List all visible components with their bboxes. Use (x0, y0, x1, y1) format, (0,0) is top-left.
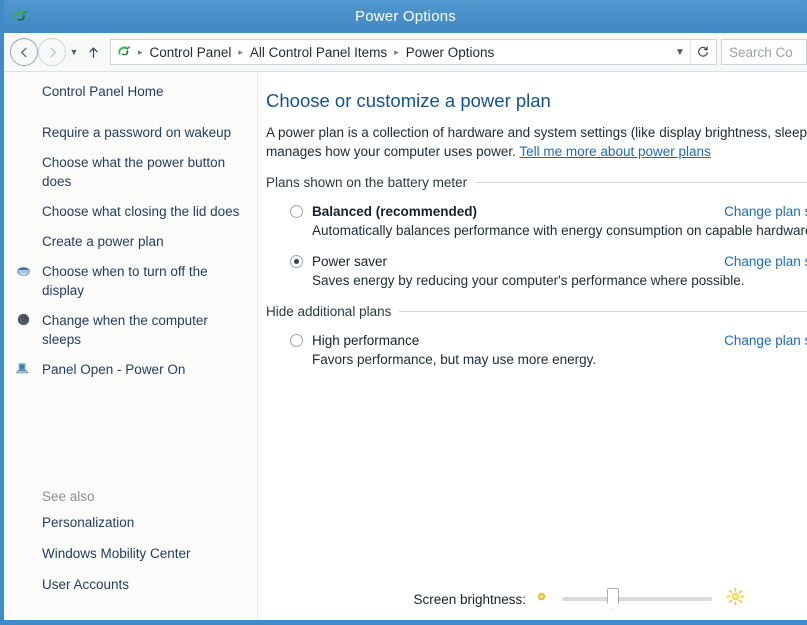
sidebar-item-label: Control Panel Home (42, 84, 164, 99)
display-icon (16, 262, 36, 283)
breadcrumb-power-plug-icon (115, 43, 133, 61)
sidebar-item-label: Panel Open - Power On (42, 362, 186, 377)
sidebar-item-label: Personalization (42, 515, 135, 530)
forward-arrow-icon[interactable] (38, 38, 66, 66)
search-placeholder: Search Co (729, 44, 793, 60)
sidebar-item-panel-open-power-on[interactable]: Panel Open - Power On (4, 360, 257, 381)
sidebar-item-user-accounts[interactable]: User Accounts (4, 575, 257, 594)
sidebar-item-label: Create a power plan (42, 234, 164, 249)
breadcrumb-separator: ▸ (394, 46, 399, 57)
sun-bright-icon (726, 587, 745, 611)
screen-brightness-bar: Screen brightness: (258, 578, 807, 620)
sidebar-item-change-when-computer-sleeps[interactable]: Change when the computer sleeps (4, 311, 257, 349)
sun-dim-icon (535, 590, 548, 608)
breadcrumb-separator: ▸ (138, 46, 143, 57)
section-divider (399, 311, 807, 312)
power-plan-description: Saves energy by reducing your computer's… (312, 273, 745, 288)
sidebar-item-choose-when-to-turn-off-display[interactable]: Choose when to turn off the display (4, 262, 257, 300)
power-plug-icon (10, 7, 30, 27)
section-divider (475, 182, 807, 183)
title-bar: Power Options (4, 0, 807, 33)
window-body: Control Panel Home Require a password on… (4, 72, 807, 620)
up-arrow-icon[interactable] (82, 38, 104, 66)
slider-track[interactable] (562, 597, 712, 601)
change-plan-settings-link-power-saver[interactable]: Change plan settings (724, 254, 807, 269)
power-plan-description: Favors performance, but may use more ene… (312, 352, 597, 367)
sidebar-item-label: Require a password on wakeup (42, 125, 232, 140)
blank-icon (16, 153, 36, 154)
navigation-bar: ▼ ▸ Control Panel ▸ All Control Panel It… (4, 33, 807, 72)
recent-locations-chevron-down-icon[interactable]: ▼ (66, 38, 82, 66)
blank-icon (16, 544, 36, 545)
radio-high-performance[interactable] (290, 334, 303, 347)
sidebar-item-control-panel-home[interactable]: Control Panel Home (4, 82, 257, 101)
see-also-title: See also (42, 489, 95, 504)
breadcrumb-separator: ▸ (238, 46, 243, 57)
section-header-label: Hide additional plans (266, 304, 392, 319)
power-plan-power-saver: Power saver Saves energy by reducing you… (266, 254, 807, 288)
power-plan-description: Automatically balances performance with … (312, 223, 807, 238)
change-plan-settings-link-high-performance[interactable]: Change plan settings (724, 333, 807, 348)
section-header-battery-meter: Plans shown on the battery meter (266, 175, 807, 190)
change-plan-settings-link-balanced[interactable]: Change plan settings (724, 204, 807, 219)
blank-icon (16, 202, 36, 203)
sidebar-item-windows-mobility-center[interactable]: Windows Mobility Center (4, 544, 257, 563)
back-arrow-icon[interactable] (10, 38, 38, 66)
power-options-window: Power Options ▼ ▸ Control Panel ▸ All Co… (0, 0, 807, 625)
address-bar[interactable]: ▸ Control Panel ▸ All Control Panel Item… (110, 39, 717, 65)
sidebar-item-label: Choose what closing the lid does (42, 204, 240, 219)
power-plan-name: Power saver (312, 254, 388, 269)
address-dropdown-chevron-down-icon[interactable]: ▼ (670, 40, 690, 64)
breadcrumb-item-control-panel[interactable]: Control Panel (148, 45, 234, 60)
blank-icon (16, 575, 36, 576)
power-plan-name: Balanced (recommended) (312, 204, 478, 219)
window-title: Power Options (355, 8, 456, 25)
section-header-label: Plans shown on the battery meter (266, 175, 468, 190)
sidebar: Control Panel Home Require a password on… (4, 72, 258, 620)
blank-icon (16, 232, 36, 233)
blank-icon (16, 513, 36, 514)
sidebar-item-label: Choose when to turn off the display (42, 264, 208, 298)
blank-icon (16, 82, 36, 83)
sidebar-item-require-password-on-wakeup[interactable]: Require a password on wakeup (4, 123, 257, 142)
sidebar-item-label: Windows Mobility Center (42, 546, 191, 561)
screen-brightness-label: Screen brightness: (413, 591, 526, 607)
section-header-hide-additional-plans[interactable]: Hide additional plans (266, 304, 807, 319)
radio-balanced[interactable] (290, 205, 303, 218)
see-also-section: See also Personalization Windows Mobilit… (4, 489, 257, 606)
sidebar-item-label: Choose what the power button does (42, 155, 226, 189)
main-content: Choose or customize a power plan A power… (258, 72, 807, 620)
breadcrumb-item-power-options[interactable]: Power Options (404, 45, 497, 60)
sidebar-item-choose-what-closing-lid-does[interactable]: Choose what closing the lid does (4, 202, 257, 221)
breadcrumb-item-all-control-panel-items[interactable]: All Control Panel Items (248, 45, 389, 60)
power-plan-name: High performance (312, 333, 420, 348)
power-plan-balanced: Balanced (recommended) Automatically bal… (266, 204, 807, 238)
laptop-icon (16, 360, 36, 381)
brightness-slider[interactable] (562, 588, 712, 610)
refresh-icon[interactable] (690, 40, 714, 64)
sidebar-item-choose-what-power-button-does[interactable]: Choose what the power button does (4, 153, 257, 191)
sidebar-item-label: User Accounts (42, 577, 130, 592)
search-input[interactable]: Search Co (721, 39, 807, 65)
sidebar-item-label: Change when the computer sleeps (42, 313, 208, 347)
sidebar-item-create-a-power-plan[interactable]: Create a power plan (4, 232, 257, 251)
sleep-moon-icon (16, 311, 36, 332)
tell-me-more-link[interactable]: Tell me more about power plans (519, 144, 710, 159)
slider-thumb[interactable] (607, 588, 619, 610)
page-title: Choose or customize a power plan (266, 90, 551, 111)
power-plan-high-performance: High performance Favors performance, but… (266, 333, 807, 367)
blank-icon (16, 123, 36, 124)
sidebar-item-personalization[interactable]: Personalization (4, 513, 257, 532)
radio-power-saver[interactable] (290, 255, 303, 268)
intro-paragraph: A power plan is a collection of hardware… (266, 123, 807, 161)
